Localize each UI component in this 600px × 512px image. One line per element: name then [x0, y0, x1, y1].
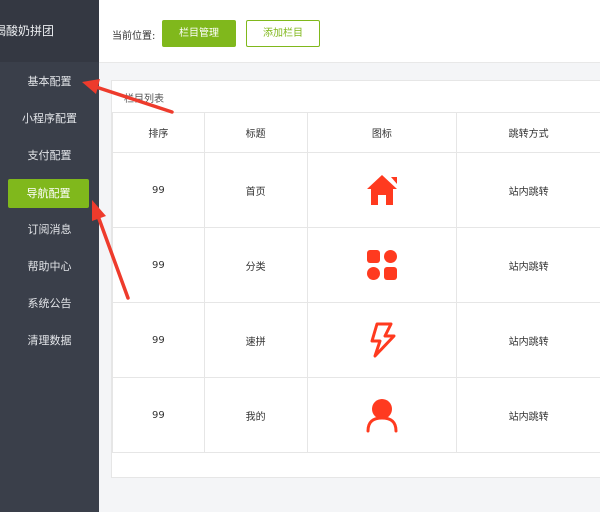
cell-title: 首页 [203, 152, 308, 228]
cell-title: 分类 [203, 227, 308, 303]
table-header-row: 排序 标题 图标 跳转方式 [112, 112, 600, 153]
sidebar: 喝酸奶拼团 基本配置 小程序配置 支付配置 导航配置 订阅消息 帮助中心 系统公… [0, 0, 99, 512]
header-jump: 跳转方式 [456, 112, 600, 153]
cell-sort: 99 [112, 302, 205, 378]
table-row: 99 我的 站内跳转 [112, 377, 600, 453]
sidebar-item-help-center[interactable]: 帮助中心 [0, 252, 99, 282]
table-row: 99 速拼 站内跳转 [112, 302, 600, 378]
breadcrumb: 当前位置: [112, 31, 156, 42]
top-bar: 当前位置: 栏目管理 添加栏目 [99, 0, 600, 63]
column-table: 排序 标题 图标 跳转方式 99 首页 站内跳转 99 分类 站内跳转 99 速… [112, 112, 600, 453]
panel-title: 栏目列表 [124, 94, 164, 105]
lightning-icon [370, 322, 396, 358]
sidebar-item-basic-config[interactable]: 基本配置 [0, 67, 99, 97]
cell-icon [306, 152, 458, 228]
cell-jump: 站内跳转 [456, 377, 600, 453]
sidebar-item-clear-data[interactable]: 清理数据 [0, 326, 99, 356]
column-manage-button[interactable]: 栏目管理 [162, 20, 236, 47]
cell-title: 速拼 [203, 302, 308, 378]
cell-icon [306, 302, 458, 378]
header-sort: 排序 [112, 112, 205, 153]
cell-title: 我的 [203, 377, 308, 453]
cell-icon [306, 377, 458, 453]
column-list-panel: 栏目列表 排序 标题 图标 跳转方式 99 首页 站内跳转 99 分类 站内跳转… [111, 80, 600, 478]
sidebar-item-system-notice[interactable]: 系统公告 [0, 289, 99, 319]
cell-sort: 99 [112, 227, 205, 303]
cell-jump: 站内跳转 [456, 227, 600, 303]
header-title: 标题 [203, 112, 308, 153]
table-row: 99 分类 站内跳转 [112, 227, 600, 303]
cell-jump: 站内跳转 [456, 302, 600, 378]
category-icon [366, 250, 397, 280]
sidebar-item-subscribe-message[interactable]: 订阅消息 [0, 215, 99, 245]
cell-sort: 99 [112, 377, 205, 453]
table-row: 99 首页 站内跳转 [112, 152, 600, 228]
sidebar-item-miniprogram-config[interactable]: 小程序配置 [0, 104, 99, 134]
add-column-button[interactable]: 添加栏目 [246, 20, 320, 47]
sidebar-item-payment-config[interactable]: 支付配置 [0, 141, 99, 171]
cell-icon [306, 227, 458, 303]
user-icon [366, 399, 398, 433]
cell-sort: 99 [112, 152, 205, 228]
home-icon [366, 175, 397, 205]
brand-title: 喝酸奶拼团 [0, 0, 99, 62]
header-icon: 图标 [306, 112, 458, 153]
cell-jump: 站内跳转 [456, 152, 600, 228]
sidebar-item-navigation-config[interactable]: 导航配置 [8, 179, 89, 208]
